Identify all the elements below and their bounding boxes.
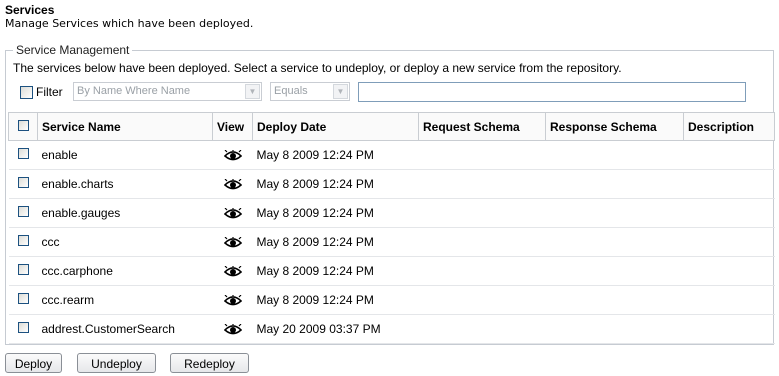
view-cell [212,314,253,344]
row-checkbox[interactable] [17,293,29,304]
view-cell [212,285,253,315]
response-schema-cell [545,169,684,199]
row-select-cell [8,256,38,286]
request-schema-cell [418,256,546,286]
request-schema-cell [418,198,546,228]
table-row: ccc.carphone May 8 2009 12:24 PM [8,256,775,286]
response-schema-cell [545,314,684,344]
redeploy-button[interactable]: Redeploy [170,353,249,373]
view-cell [212,198,253,228]
view-cell [212,140,253,170]
description-cell [683,227,775,257]
row-select-cell [8,198,38,228]
deploy-date-cell: May 8 2009 12:24 PM [252,227,419,257]
response-schema-cell [545,140,684,170]
row-checkbox[interactable] [17,148,29,159]
view-cell [212,169,253,199]
eye-icon[interactable] [223,149,242,162]
deploy-date-cell: May 8 2009 12:24 PM [252,285,419,315]
row-checkbox[interactable] [17,235,29,246]
table-row: ccc May 8 2009 12:24 PM [8,227,775,257]
select-all-header [8,112,38,141]
panel-legend: Service Management [13,43,133,57]
page-subtitle: Manage Services which have been deployed… [5,17,254,30]
response-schema-cell [545,227,684,257]
column-header-view: View [212,112,253,141]
request-schema-cell [418,140,546,170]
panel-intro-text: The services below have been deployed. S… [13,61,622,75]
column-header-response-schema[interactable]: Response Schema [545,112,684,141]
select-all-checkbox[interactable] [17,119,29,131]
filter-label: Filter [36,85,63,99]
service-name-cell: ccc.carphone [37,256,213,286]
row-select-cell [8,285,38,315]
request-schema-cell [418,285,546,315]
row-checkbox[interactable] [17,206,29,217]
eye-icon[interactable] [223,207,242,220]
deploy-date-cell: May 8 2009 12:24 PM [252,198,419,228]
column-header-request-schema[interactable]: Request Schema [418,112,546,141]
filter-operator-select-value: Equals [274,85,308,97]
service-name-cell: enable.charts [37,169,213,199]
response-schema-cell [545,256,684,286]
page-title: Services [5,3,55,17]
eye-icon[interactable] [223,265,242,278]
eye-icon[interactable] [223,236,242,249]
row-select-cell [8,169,38,199]
service-name-cell: ccc [37,227,213,257]
eye-icon[interactable] [223,294,242,307]
request-schema-cell [418,169,546,199]
filter-value-input[interactable] [358,82,746,102]
column-header-description[interactable]: Description [683,112,775,141]
service-name-cell: addrest.CustomerSearch [37,314,213,344]
deploy-button[interactable]: Deploy [5,353,62,373]
service-name-cell: enable [37,140,213,170]
row-checkbox[interactable] [17,264,29,275]
table-row: enable May 8 2009 12:24 PM [8,140,775,170]
deploy-date-cell: May 8 2009 12:24 PM [252,169,419,199]
view-cell [212,256,253,286]
column-header-deploy-date[interactable]: Deploy Date [252,112,419,141]
row-select-cell [8,227,38,257]
column-header-service-name[interactable]: Service Name [37,112,213,141]
request-schema-cell [418,314,546,344]
table-row: enable.charts May 8 2009 12:24 PM [8,169,775,199]
deploy-date-cell: May 8 2009 12:24 PM [252,256,419,286]
services-table: Service Name View Deploy Date Request Sc… [8,112,775,344]
table-row: ccc.rearm May 8 2009 12:24 PM [8,285,775,315]
request-schema-cell [418,227,546,257]
filter-checkbox[interactable] [20,86,33,99]
deploy-date-cell: May 8 2009 12:24 PM [252,140,419,170]
row-checkbox[interactable] [17,322,29,333]
view-cell [212,227,253,257]
filter-field-select-value: By Name Where Name [77,85,191,97]
response-schema-cell [545,285,684,315]
eye-icon[interactable] [223,323,242,336]
table-header-row: Service Name View Deploy Date Request Sc… [8,112,775,141]
filter-operator-select[interactable]: Equals ▼ [270,82,350,101]
response-schema-cell [545,198,684,228]
table-row: enable.gauges May 8 2009 12:24 PM [8,198,775,228]
service-name-cell: enable.gauges [37,198,213,228]
row-checkbox[interactable] [17,177,29,188]
table-row: addrest.CustomerSearch May 20 2009 03:37… [8,314,775,344]
chevron-down-icon[interactable]: ▼ [333,84,348,99]
filter-field-select[interactable]: By Name Where Name ▼ [73,82,262,101]
description-cell [683,256,775,286]
row-select-cell [8,140,38,170]
eye-icon[interactable] [223,178,242,191]
chevron-down-icon[interactable]: ▼ [245,84,260,99]
description-cell [683,314,775,344]
undeploy-button[interactable]: Undeploy [77,353,156,373]
service-name-cell: ccc.rearm [37,285,213,315]
deploy-date-cell: May 20 2009 03:37 PM [252,314,419,344]
description-cell [683,198,775,228]
description-cell [683,169,775,199]
row-select-cell [8,314,38,344]
description-cell [683,285,775,315]
description-cell [683,140,775,170]
